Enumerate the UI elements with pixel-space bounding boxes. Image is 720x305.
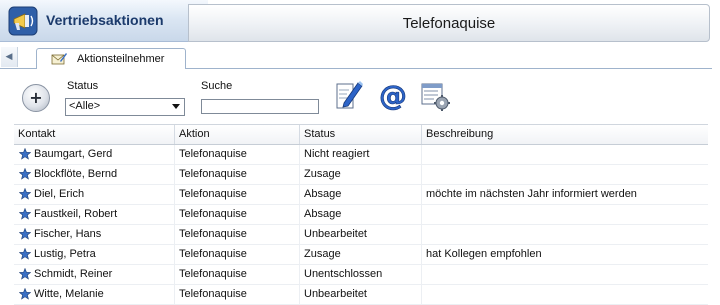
table-row[interactable]: Fischer, Hans Telefonaquise Unbearbeitet — [14, 225, 708, 245]
search-input[interactable] — [201, 99, 319, 114]
status-filter-label: Status — [67, 80, 99, 92]
contact-name: Faustkeil, Robert — [34, 208, 118, 220]
cell-beschreibung: hat Kollegen empfohlen — [426, 248, 542, 260]
edit-pen-icon[interactable] — [333, 78, 363, 112]
cell-beschreibung — [422, 285, 708, 304]
cell-status: Zusage — [300, 245, 422, 264]
cell-status: Nicht reagiert — [300, 145, 422, 164]
svg-text:@: @ — [379, 79, 407, 112]
column-header-beschreibung[interactable]: Beschreibung — [422, 125, 708, 144]
cell-aktion: Telefonaquise — [175, 225, 300, 244]
star-icon — [19, 228, 31, 240]
contact-name: Blockflöte, Bernd — [34, 168, 118, 180]
cell-kontakt: Schmidt, Reiner — [14, 265, 175, 284]
tab-bar: ◀ Aktionsteilnehmer — [0, 46, 712, 69]
star-icon — [19, 148, 31, 160]
cell-beschreibung — [422, 165, 708, 184]
cell-kontakt: Baumgart, Gerd — [14, 145, 175, 164]
contact-name: Schmidt, Reiner — [34, 268, 113, 280]
cell-aktion: Telefonaquise — [175, 245, 300, 264]
contact-name: Diel, Erich — [34, 188, 85, 200]
cell-kontakt: Lustig, Petra — [14, 245, 175, 264]
cell-aktion: Telefonaquise — [175, 145, 300, 164]
status-filter-value: <Alle> — [69, 100, 101, 112]
cell-beschreibung — [422, 265, 708, 284]
email-at-icon[interactable]: @ — [378, 78, 408, 112]
star-icon — [19, 288, 31, 300]
table-row[interactable]: Faustkeil, Robert Telefonaquise Absage — [14, 205, 708, 225]
cell-aktion: Telefonaquise — [175, 185, 300, 204]
star-icon — [19, 188, 31, 200]
contact-name: Fischer, Hans — [34, 228, 102, 240]
cell-aktion: Telefonaquise — [175, 265, 300, 284]
contact-name: Lustig, Petra — [34, 248, 96, 260]
table-row[interactable]: Lustig, Petra Telefonaquise Zusage hat K… — [14, 245, 708, 265]
cell-kontakt: Diel, Erich — [14, 185, 175, 204]
star-icon — [19, 248, 31, 260]
column-header-aktion[interactable]: Aktion — [175, 125, 300, 144]
tab-label: Aktionsteilnehmer — [77, 53, 165, 65]
contact-name: Witte, Melanie — [34, 288, 104, 300]
cell-beschreibung — [422, 205, 708, 224]
status-filter-select[interactable]: <Alle> — [65, 98, 185, 116]
cell-status: Absage — [300, 185, 422, 204]
app-header: Vertriebsaktionen Telefonaquise — [0, 0, 720, 42]
cell-kontakt: Witte, Melanie — [14, 285, 175, 304]
cell-kontakt: Fischer, Hans — [14, 225, 175, 244]
cell-status: Unbearbeitet — [300, 225, 422, 244]
add-participant-button[interactable]: + — [22, 84, 50, 112]
page-header: Telefonaquise — [188, 4, 710, 42]
table-row[interactable]: Witte, Melanie Telefonaquise Unbearbeite… — [14, 285, 708, 305]
cell-status: Unentschlossen — [300, 265, 422, 284]
page-title: Telefonaquise — [402, 15, 496, 32]
plus-circle-icon: + — [29, 88, 43, 107]
cell-beschreibung: möchte im nächsten Jahr informiert werde… — [426, 188, 637, 200]
cell-kontakt: Blockflöte, Bernd — [14, 165, 175, 184]
tab-scroll-left-button[interactable]: ◀ — [1, 47, 18, 67]
cell-status: Zusage — [300, 165, 422, 184]
star-icon — [19, 208, 31, 220]
participants-table: Kontakt Aktion Status Beschreibung Baumg… — [14, 124, 708, 305]
cell-status: Unbearbeitet — [300, 285, 422, 304]
tab-aktionsteilnehmer[interactable]: Aktionsteilnehmer — [36, 48, 186, 69]
cell-aktion: Telefonaquise — [175, 165, 300, 184]
cell-aktion: Telefonaquise — [175, 205, 300, 224]
cell-beschreibung — [422, 225, 708, 244]
app-title-bar: Vertriebsaktionen — [0, 0, 208, 42]
contact-name: Baumgart, Gerd — [34, 148, 113, 160]
table-row[interactable]: Schmidt, Reiner Telefonaquise Unentschlo… — [14, 265, 708, 285]
star-icon — [19, 268, 31, 280]
cell-status: Absage — [300, 205, 422, 224]
table-row[interactable]: Blockflöte, Bernd Telefonaquise Zusage — [14, 165, 708, 185]
column-header-status[interactable]: Status — [300, 125, 422, 144]
toolbar: + Status <Alle> Suche @ — [0, 70, 712, 122]
list-settings-icon[interactable] — [420, 78, 450, 112]
table-row[interactable]: Diel, Erich Telefonaquise Absage möchte … — [14, 185, 708, 205]
megaphone-icon — [8, 6, 38, 36]
cell-aktion: Telefonaquise — [175, 285, 300, 304]
table-row[interactable]: Baumgart, Gerd Telefonaquise Nicht reagi… — [14, 145, 708, 165]
search-label: Suche — [201, 80, 233, 92]
cell-kontakt: Faustkeil, Robert — [14, 205, 175, 224]
chevron-down-icon — [172, 104, 180, 109]
cell-beschreibung — [422, 145, 708, 164]
star-icon — [19, 168, 31, 180]
envelope-edit-icon — [51, 53, 67, 65]
table-header: Kontakt Aktion Status Beschreibung — [14, 124, 708, 145]
column-header-kontakt[interactable]: Kontakt — [14, 125, 175, 144]
app-title: Vertriebsaktionen — [46, 12, 164, 28]
